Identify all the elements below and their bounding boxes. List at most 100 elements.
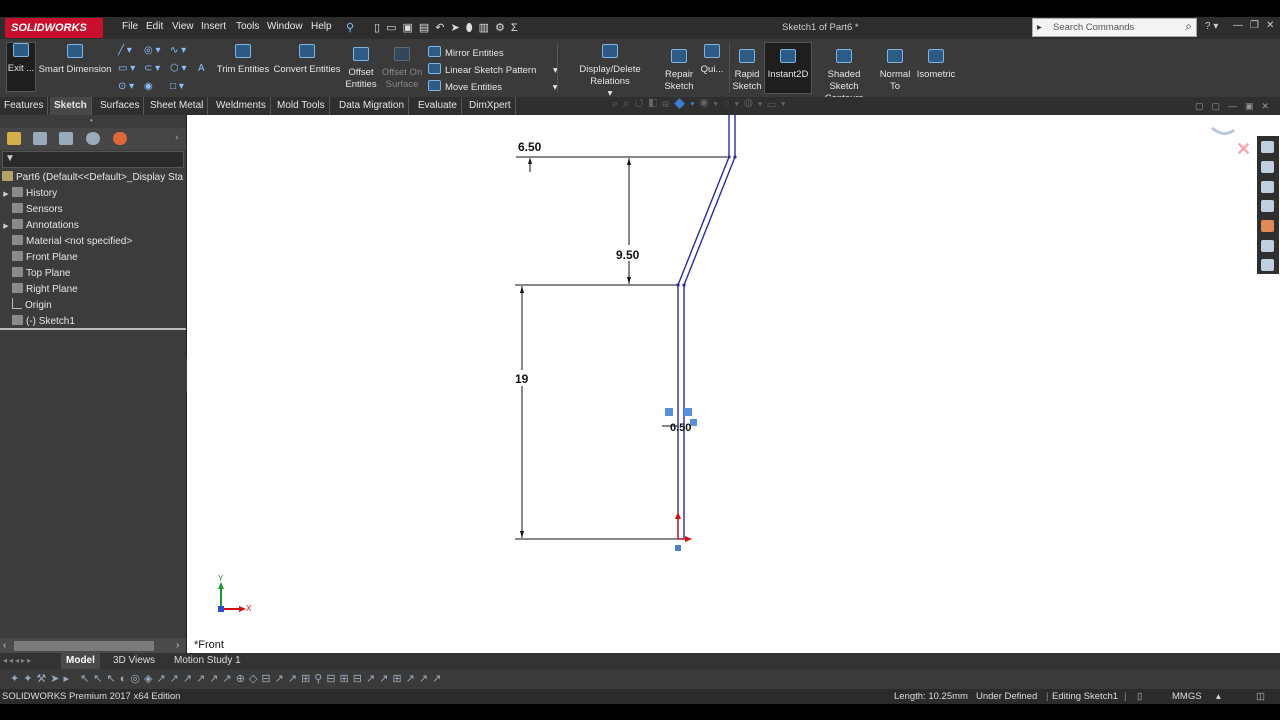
dimension-9-50[interactable]: 9.50 [616, 248, 640, 262]
line-icon[interactable]: ╱ ▾ [118, 45, 132, 56]
expand-arrow-icon[interactable]: ▶ [0, 219, 12, 235]
tab-motion-study-1[interactable]: Motion Study 1 [169, 653, 246, 669]
section-view-icon[interactable]: ◧ [649, 98, 662, 110]
display-style-icon[interactable]: ◉▾ [700, 98, 723, 110]
tab-sketch[interactable]: Sketch [50, 97, 92, 115]
design-library-icon[interactable] [1261, 181, 1274, 193]
units-selector[interactable]: MMGS [1172, 691, 1202, 702]
resources-icon[interactable] [1261, 161, 1274, 173]
sketch-point[interactable] [727, 155, 731, 159]
property-manager-icon[interactable] [33, 132, 47, 145]
rectangle-icon[interactable]: ▭ ▾ [118, 63, 135, 74]
menu-window[interactable]: Window [267, 21, 303, 32]
print-icon[interactable]: ▤ [419, 22, 435, 34]
graphics-area[interactable]: 6.50 9.50 19 0.50 Y X ✕ *Front ▢▢—▣✕ [187, 101, 1280, 655]
tab-surfaces[interactable]: Surfaces [96, 97, 145, 115]
viewport-window-controls[interactable]: ▢▢—▣✕ [1195, 101, 1277, 112]
isometric-button[interactable]: Isometric [914, 49, 958, 81]
restore-window-icon[interactable]: ❐ [1250, 20, 1259, 31]
tree-item-front-plane[interactable]: Front Plane [0, 250, 186, 266]
confirm-sketch-icon[interactable] [1211, 126, 1235, 135]
tree-item-material[interactable]: Material <not specified> [0, 234, 186, 250]
close-window-icon[interactable]: ✕ [1266, 20, 1274, 31]
polygon-icon[interactable]: ⬡ ▾ [170, 63, 187, 74]
tree-item-annotations[interactable]: ▶ Annotations [0, 218, 186, 234]
smart-dimension-button[interactable]: Smart Dimension [38, 44, 112, 76]
menu-tools[interactable]: Tools [236, 21, 259, 32]
panel-splitter-handle[interactable]: • [90, 116, 93, 125]
tab-features[interactable]: Features [0, 97, 49, 115]
text-icon[interactable]: A [198, 63, 205, 74]
dimension-6-50[interactable]: 6.50 [518, 140, 542, 154]
tab-3d-views[interactable]: 3D Views [108, 653, 160, 669]
selection-filter-toolbar[interactable]: ✦✦⚒➤▸ ↖↖↖◐◎◈↗↗↗↗↗↗⊕◇⊟↗↗⊞⚲⊟⊞⊟↗↗⊞↗↗↗ [10, 672, 445, 685]
display-delete-relations-button[interactable]: Display/Delete Relations ▾ [560, 44, 660, 100]
feature-manager-icon[interactable] [7, 132, 21, 145]
panel-expand-icon[interactable]: › [175, 132, 178, 143]
status-options-icon[interactable]: ◫ [1256, 691, 1265, 702]
display-manager-icon[interactable] [113, 132, 127, 145]
menu-insert[interactable]: Insert [201, 21, 226, 32]
circle-icon[interactable]: ◎ ▾ [144, 45, 161, 56]
view-orientation-icon[interactable]: ◆▾ [674, 98, 700, 110]
tab-weldments[interactable]: Weldments [212, 97, 271, 115]
origin-point-icon[interactable] [675, 545, 681, 551]
tree-item-top-plane[interactable]: Top Plane [0, 266, 186, 282]
appearances-icon[interactable] [1261, 220, 1274, 232]
menu-help[interactable]: Help [311, 21, 332, 32]
help-icon[interactable]: ? ▾ [1205, 21, 1218, 32]
search-commands-input[interactable]: ▸ Search Commands ⌕ [1032, 18, 1197, 37]
minimize-window-icon[interactable]: — [1233, 20, 1243, 31]
tab-sheet-metal[interactable]: Sheet Metal [146, 97, 209, 115]
forum-icon[interactable] [1261, 259, 1274, 271]
dimension-0-50[interactable]: 0.50 [670, 422, 691, 434]
solidworks-logo[interactable]: SOLIDWORKS [5, 18, 103, 38]
quick-access-toolbar[interactable]: ▯▭▣▤↶➤⬮▥⚙Σ [374, 21, 524, 35]
menu-view[interactable]: View [172, 21, 194, 32]
linear-sketch-pattern-button[interactable]: Linear Sketch Pattern ▾ [428, 63, 558, 76]
vertical-relation-icon[interactable] [684, 408, 692, 416]
tree-item-history[interactable]: ▶ History [0, 186, 186, 202]
hide-show-icon[interactable]: ◌▾ [723, 98, 744, 110]
scrollbar-thumb[interactable] [14, 641, 154, 651]
dimxpert-manager-icon[interactable] [86, 132, 100, 145]
sum-icon[interactable]: Σ [511, 22, 524, 34]
units-dropdown-icon[interactable]: ▴ [1216, 691, 1221, 702]
mirror-entities-button[interactable]: Mirror Entities [428, 46, 504, 59]
rebuild-icon[interactable]: ⬮ [466, 22, 479, 34]
tree-root-part[interactable]: Part6 (Default<<Default>_Display Sta [0, 170, 186, 186]
tab-model[interactable]: Model [61, 653, 100, 669]
sketch-line-outer[interactable] [683, 115, 736, 539]
menu-edit[interactable]: Edit [146, 21, 163, 32]
spline-icon[interactable]: ∿ ▾ [170, 45, 186, 56]
file-properties-icon[interactable]: ▥ [479, 22, 495, 34]
quick-snaps-button[interactable]: Qui... [700, 44, 724, 76]
sketch-point[interactable] [676, 283, 680, 287]
zoom-area-icon[interactable]: ⌕ [623, 98, 634, 110]
sketch-canvas[interactable]: 6.50 9.50 19 0.50 Y X ✕ [187, 115, 1280, 655]
normal-to-button[interactable]: Normal To [878, 49, 912, 93]
menu-file[interactable]: File [122, 21, 138, 32]
pin-icon[interactable]: ⚲ [346, 21, 354, 34]
search-icon[interactable]: ⌕ [1185, 18, 1192, 35]
tab-evaluate[interactable]: Evaluate [414, 97, 462, 115]
tab-dimxpert[interactable]: DimXpert [465, 97, 516, 115]
appearance-icon[interactable]: ◍▾ [744, 98, 767, 110]
custom-properties-icon[interactable] [1261, 240, 1274, 252]
open-file-icon[interactable]: ▭ [386, 22, 402, 34]
tab-data-migration[interactable]: Data Migration [335, 97, 410, 115]
tree-item-origin[interactable]: Origin [0, 298, 186, 314]
plane-icon[interactable]: □ ▾ [170, 81, 184, 92]
rebuild-status-icon[interactable]: ▯ [1137, 691, 1142, 702]
exit-sketch-button[interactable]: Exit ... [6, 42, 36, 92]
rapid-sketch-button[interactable]: Rapid Sketch [732, 49, 762, 93]
scroll-left-icon[interactable]: ‹ [3, 640, 6, 651]
slot-icon[interactable]: ⊂ ▾ [144, 63, 160, 74]
dimension-19[interactable]: 19 [515, 372, 529, 386]
instant2d-button[interactable]: Instant2D [764, 42, 812, 94]
file-explorer-icon[interactable] [1261, 200, 1274, 212]
tab-scroll-arrows-icon[interactable]: ◂◂◂▸▸ [3, 656, 33, 665]
home-icon[interactable] [1261, 141, 1274, 153]
horizontal-scrollbar[interactable]: ‹ › [0, 638, 186, 654]
offset-on-surface-button[interactable]: Offset On Surface [380, 47, 424, 91]
